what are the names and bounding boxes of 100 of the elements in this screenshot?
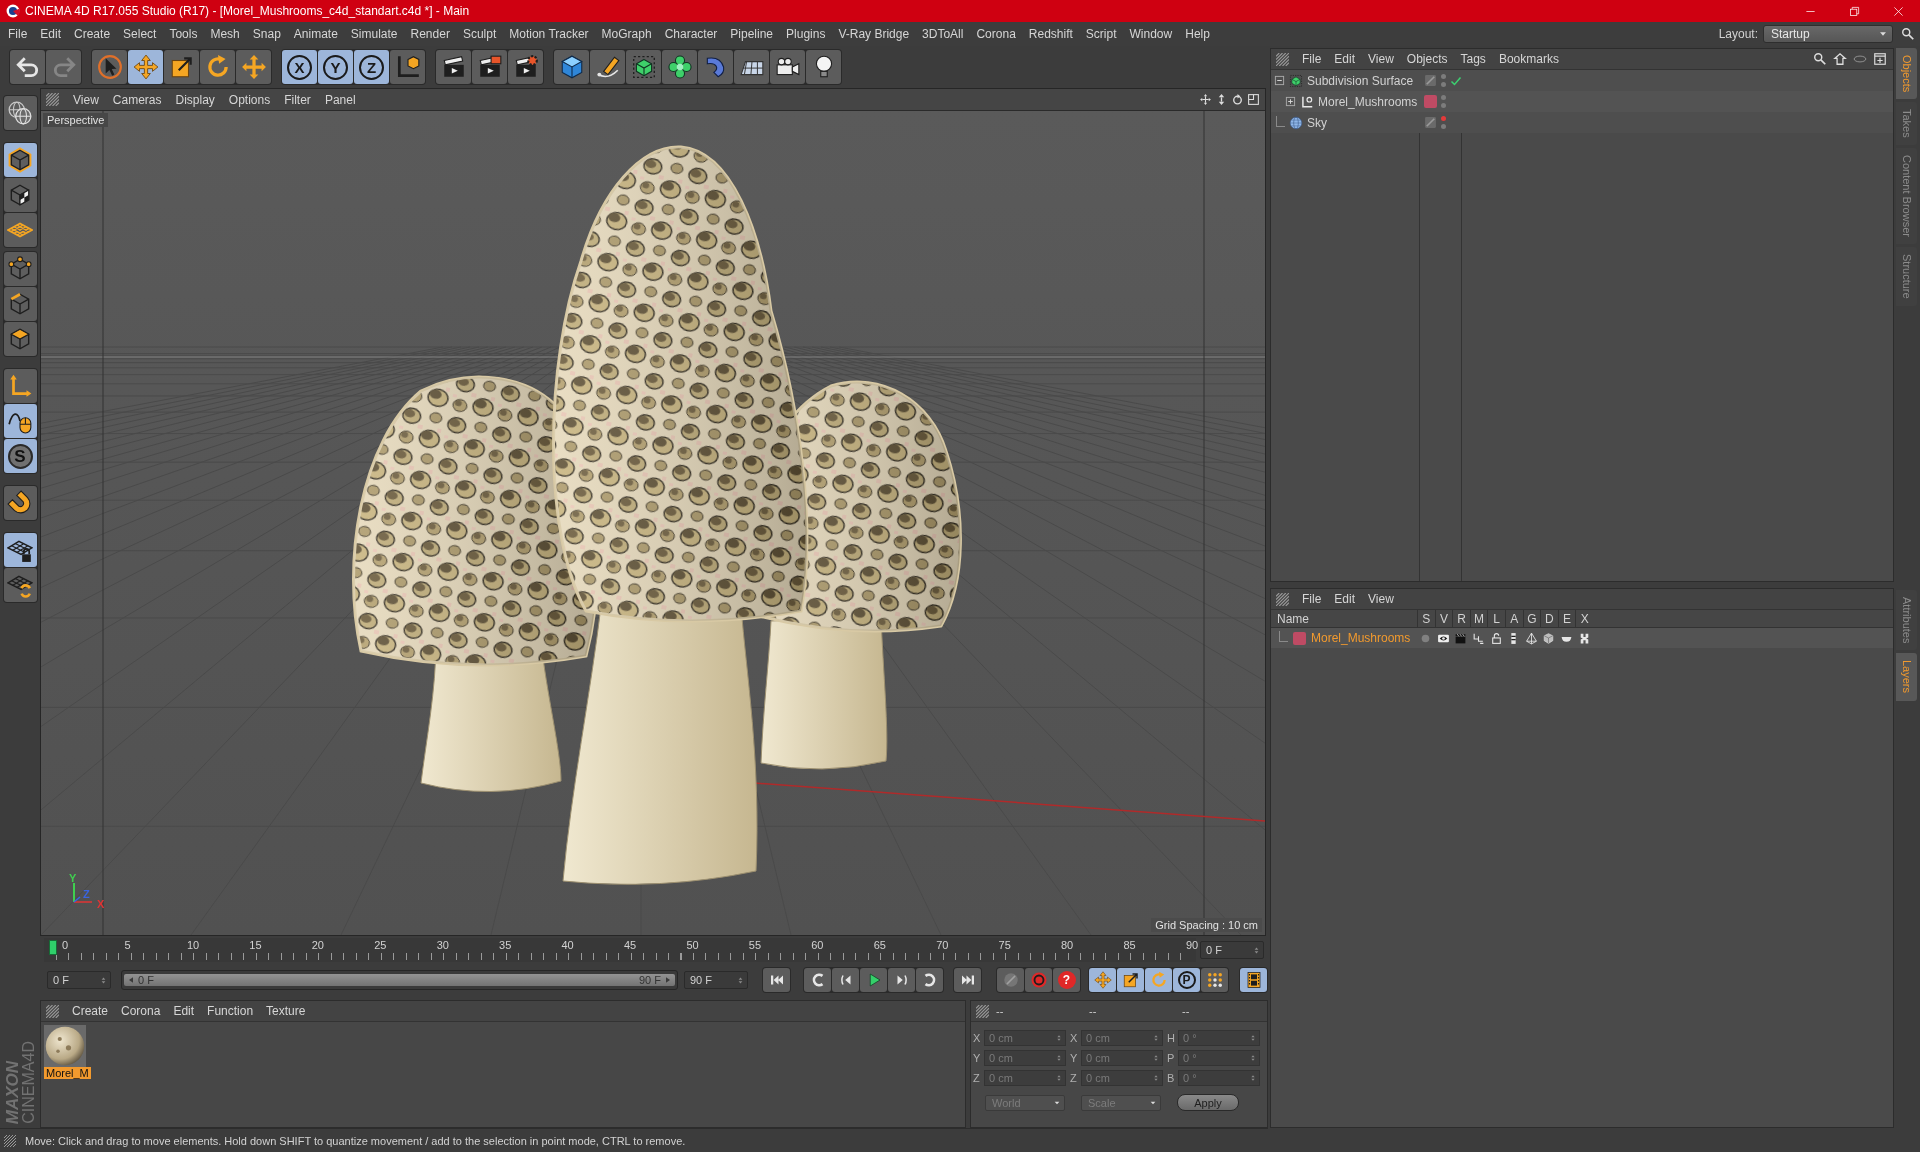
workplane-align-button[interactable] <box>3 568 37 602</box>
end-frame-field[interactable]: 90 F <box>684 971 748 989</box>
previous-frame-button[interactable] <box>832 968 859 992</box>
playhead-marker[interactable] <box>49 940 57 955</box>
menu-item[interactable]: Create <box>74 27 111 41</box>
menu-item[interactable]: Pipeline <box>730 27 774 41</box>
render-visibility-dot-icon[interactable] <box>1441 82 1446 87</box>
menu-item[interactable]: Display <box>175 92 215 107</box>
menu-item[interactable]: MoGraph <box>601 27 652 41</box>
menu-item[interactable]: View <box>1368 592 1394 606</box>
column-header[interactable]: R <box>1452 609 1470 628</box>
menu-item[interactable]: Function <box>207 1004 254 1018</box>
menu-item[interactable]: Bookmarks <box>1498 52 1559 66</box>
axis-lock-button[interactable]: Z <box>354 50 389 84</box>
render-view-button[interactable] <box>436 50 471 84</box>
menu-item[interactable]: 3DToAll <box>922 27 964 41</box>
menu-item[interactable]: Edit <box>173 1004 195 1018</box>
scale-key-button[interactable] <box>1117 968 1144 992</box>
menu-item[interactable]: File <box>8 27 28 41</box>
menu-item[interactable]: View <box>73 92 99 107</box>
menu-item[interactable]: Select <box>123 27 157 41</box>
transform-tool-button[interactable] <box>236 50 271 84</box>
menu-item[interactable]: V-Ray Bridge <box>838 27 910 41</box>
menu-item[interactable]: Options <box>228 92 271 107</box>
material-preview[interactable] <box>44 1025 86 1067</box>
column-header[interactable]: L <box>1487 609 1505 628</box>
parameter-key-button[interactable]: P <box>1173 968 1200 992</box>
column-header[interactable]: S <box>1417 609 1435 628</box>
menu-item[interactable]: Character <box>664 27 718 41</box>
previous-key-button[interactable] <box>804 968 831 992</box>
axis-lock-button[interactable]: Y <box>318 50 353 84</box>
camera-button[interactable] <box>770 50 805 84</box>
menu-item[interactable]: Filter <box>284 92 311 107</box>
menu-item[interactable]: Panel <box>324 92 356 107</box>
column-header[interactable]: D <box>1540 609 1558 628</box>
material-name[interactable]: Morel_M <box>44 1067 91 1079</box>
menu-item[interactable]: View <box>1368 52 1394 66</box>
first-frame-button[interactable] <box>763 968 790 992</box>
editor-visibility-dot-icon[interactable] <box>1441 95 1446 100</box>
render-picture-button[interactable] <box>472 50 507 84</box>
select-tool-button[interactable] <box>92 50 127 84</box>
column-header[interactable]: X <box>1575 609 1593 628</box>
subdivision-surface-button[interactable] <box>626 50 661 84</box>
layer-row[interactable]: Morel_Mushrooms <box>1271 628 1893 648</box>
menu-item[interactable]: Motion Tracker <box>509 27 589 41</box>
workplane-lock-button[interactable] <box>3 533 37 567</box>
menu-item[interactable]: Mesh <box>210 27 240 41</box>
object-row[interactable]: Subdivision Surface <box>1271 70 1893 91</box>
column-header[interactable]: E <box>1557 609 1576 628</box>
menu-item[interactable]: Objects <box>1406 52 1448 66</box>
menu-item[interactable]: Corona <box>121 1004 161 1018</box>
menu-item[interactable]: Redshift <box>1028 27 1073 41</box>
keyframe-button[interactable]: ? <box>1053 968 1080 992</box>
record-button[interactable] <box>1025 968 1052 992</box>
pen-tool-button[interactable] <box>590 50 625 84</box>
model-mode-button[interactable] <box>3 143 37 177</box>
axis-mode-button[interactable] <box>3 369 37 403</box>
layout-dropdown[interactable]: Startup <box>1763 25 1893 43</box>
render-visibility-dot-icon[interactable] <box>1441 124 1446 129</box>
texture-mode-button[interactable] <box>3 178 37 212</box>
cube-button[interactable] <box>554 50 589 84</box>
menu-item[interactable]: Simulate <box>350 27 398 41</box>
menu-item[interactable]: Render <box>410 27 450 41</box>
menu-item[interactable]: Sculpt <box>462 27 497 41</box>
menu-item[interactable]: File <box>1302 592 1322 606</box>
column-header[interactable]: A <box>1504 609 1523 628</box>
editor-visibility-dot-icon[interactable] <box>1441 74 1446 79</box>
next-frame-button[interactable] <box>888 968 915 992</box>
solo-button[interactable]: S <box>3 439 37 473</box>
workplane-mode-button[interactable] <box>3 213 37 247</box>
menu-item[interactable]: Create <box>72 1004 109 1018</box>
menu-item[interactable]: Plugins <box>786 27 826 41</box>
menu-item[interactable]: Script <box>1085 27 1117 41</box>
render-settings-button[interactable] <box>508 50 543 84</box>
object-row[interactable]: Sky <box>1271 112 1893 133</box>
menu-item[interactable]: Corona <box>976 27 1016 41</box>
timeline-button[interactable] <box>1240 968 1267 992</box>
next-key-button[interactable] <box>916 968 943 992</box>
undo-button[interactable] <box>10 50 45 84</box>
timeline-ruler[interactable]: 0 5 10 15 20 25 30 35 40 45 50 55 60 65 70 75 80 85 90 <box>44 938 1196 962</box>
start-frame-field[interactable]: 0 F <box>47 971 111 989</box>
menu-item[interactable]: Window <box>1129 27 1173 41</box>
menu-item[interactable]: Edit <box>1334 52 1356 66</box>
make-editable-button[interactable] <box>3 96 37 130</box>
menu-item[interactable]: Edit <box>40 27 62 41</box>
menu-item[interactable]: Help <box>1185 27 1210 41</box>
menu-item[interactable]: Tags <box>1460 52 1486 66</box>
column-header[interactable]: G <box>1522 609 1541 628</box>
menu-item[interactable]: Animate <box>293 27 338 41</box>
tweak-mode-button[interactable] <box>3 404 37 438</box>
axis-lock-button[interactable]: X <box>282 50 317 84</box>
layer-swatch-icon[interactable] <box>1293 631 1306 645</box>
render-visibility-dot-icon[interactable] <box>1441 103 1446 108</box>
last-frame-button[interactable] <box>954 968 981 992</box>
layer-swatch-icon[interactable] <box>1424 95 1437 108</box>
menu-item[interactable]: Tools <box>169 27 198 41</box>
menu-item[interactable]: Cameras <box>112 92 162 107</box>
coordinate-system-button[interactable] <box>390 50 425 84</box>
edges-mode-button[interactable] <box>3 287 37 321</box>
snap-button[interactable] <box>3 486 37 520</box>
